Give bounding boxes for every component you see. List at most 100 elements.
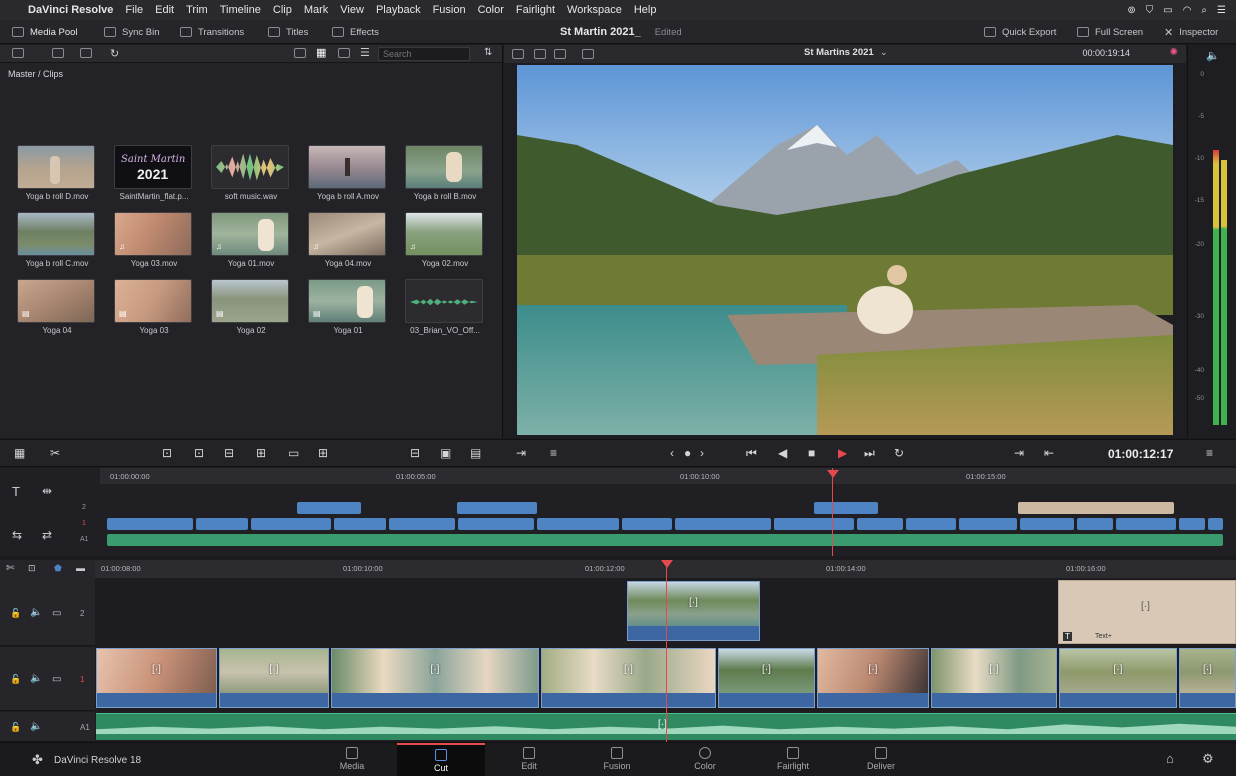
media-clip[interactable]: 03_Brian_VO_Off... <box>405 279 485 335</box>
timeline-clip-v1[interactable]: [·] <box>541 648 716 708</box>
list-view-icon[interactable]: ☰ <box>360 46 370 59</box>
overview-clip[interactable] <box>458 518 534 530</box>
bin-list-icon[interactable] <box>12 48 24 58</box>
title-tool-icon[interactable]: T <box>12 484 20 499</box>
audio-toggle-icon[interactable]: 🔈 <box>30 607 42 618</box>
media-clip[interactable]: soft music.wav <box>211 145 291 201</box>
sync-bin-button[interactable]: Sync Bin <box>104 20 160 44</box>
playhead[interactable] <box>666 560 667 742</box>
timeline-options-icon[interactable]: ⇥ <box>516 446 526 460</box>
timeline-name-dropdown[interactable]: St Martins 2021 <box>804 47 874 58</box>
page-deliver[interactable]: Deliver <box>837 743 925 776</box>
source-overwrite-icon[interactable]: ⊞ <box>318 446 328 460</box>
timeline-clip-v1[interactable]: [·] <box>817 648 929 708</box>
menu-edit[interactable]: Edit <box>155 4 174 16</box>
settings-gear-icon[interactable]: ⚙ <box>1202 751 1214 767</box>
overview-clip[interactable] <box>389 518 455 530</box>
cc-icon[interactable]: ⊚ <box>1127 5 1135 16</box>
menu-trim[interactable]: Trim <box>186 4 208 16</box>
overview-playhead[interactable] <box>832 468 833 556</box>
overview-title-clip[interactable] <box>1018 502 1174 514</box>
overview-clip[interactable] <box>107 518 193 530</box>
menu-workspace[interactable]: Workspace <box>567 4 622 16</box>
overview-clip[interactable] <box>959 518 1017 530</box>
video-toggle-icon[interactable]: ▭ <box>52 608 61 619</box>
overview-clip[interactable] <box>1020 518 1074 530</box>
lock-icon[interactable]: 🔓 <box>10 608 21 619</box>
razor-icon[interactable]: ✂ <box>50 446 60 460</box>
quick-export-button[interactable]: Quick Export <box>984 20 1056 44</box>
media-clip[interactable]: ▤ Yoga 04 <box>17 279 97 335</box>
color-wheel-icon[interactable]: ✺ <box>1170 47 1178 58</box>
menu-file[interactable]: File <box>125 4 143 16</box>
breadcrumb[interactable]: Master / Clips <box>8 69 63 79</box>
overview-clip[interactable] <box>1179 518 1205 530</box>
skip-to-start-icon[interactable]: ⏮ <box>746 446 757 461</box>
smart-insert-icon[interactable]: ⊡ <box>162 446 172 460</box>
lock-icon[interactable]: 🔓 <box>10 674 21 685</box>
reverse-play-icon[interactable]: ◀ <box>778 446 787 460</box>
page-fairlight[interactable]: Fairlight <box>749 743 837 776</box>
effects-button[interactable]: Effects <box>332 20 379 44</box>
overview-clip[interactable] <box>622 518 672 530</box>
page-cut[interactable]: Cut <box>397 743 485 776</box>
stop-icon[interactable]: ■ <box>808 446 815 460</box>
home-icon[interactable]: ⌂ <box>1166 751 1174 766</box>
timeline-clip-v1[interactable]: [·] <box>718 648 815 708</box>
menu-color[interactable]: Color <box>478 4 504 16</box>
media-clip[interactable]: Yoga b roll A.mov <box>308 145 388 201</box>
overview-clip[interactable] <box>457 502 537 514</box>
sort-icon[interactable]: ⇅ <box>484 47 492 58</box>
overview-clip[interactable] <box>1077 518 1113 530</box>
new-bin-icon[interactable] <box>52 48 64 58</box>
sync-icon[interactable]: ↻ <box>110 47 119 60</box>
media-clip[interactable]: Yoga b roll D.mov <box>17 145 97 201</box>
loop-icon[interactable]: ↻ <box>894 446 904 460</box>
speaker-icon[interactable]: 🔈 <box>1206 49 1220 62</box>
titles-button[interactable]: Titles <box>268 20 308 44</box>
menu-mark[interactable]: Mark <box>304 4 328 16</box>
menu-help[interactable]: Help <box>634 4 657 16</box>
timeline-clip-v1[interactable]: [·] <box>1059 648 1177 708</box>
timeline-clip-v1[interactable]: [·] <box>219 648 329 708</box>
media-clip[interactable]: ▤ Yoga 03 <box>114 279 194 335</box>
page-color[interactable]: Color <box>661 743 749 776</box>
inspector-button[interactable]: ✕ Inspector <box>1164 20 1218 44</box>
viewer-mode-icon[interactable] <box>512 49 524 59</box>
settings-sliders-icon[interactable]: ≡ <box>550 446 557 460</box>
audio-toggle-icon[interactable]: 🔈 <box>30 673 42 684</box>
lock-icon[interactable]: 🔓 <box>10 722 21 733</box>
link-icon[interactable]: ⇄ <box>42 528 52 542</box>
marker-icon[interactable]: ⬟ <box>54 563 62 574</box>
upper-ruler[interactable]: 01:00:00:00 01:00:05:00 01:00:10:00 01:0… <box>100 468 1236 484</box>
media-clip[interactable]: ♫ Yoga 01.mov <box>211 212 291 268</box>
grid-view-icon[interactable]: ▦ <box>316 46 326 59</box>
previous-clip-icon[interactable]: ‹ <box>670 446 674 460</box>
page-media[interactable]: Media <box>308 743 396 776</box>
append-icon[interactable]: ⊡ <box>194 446 204 460</box>
thumbnail-view-icon[interactable] <box>294 48 306 58</box>
place-on-top-icon[interactable]: ▭ <box>288 446 299 460</box>
battery-icon[interactable]: ▭ <box>1163 5 1172 16</box>
menu-view[interactable]: View <box>340 4 364 16</box>
overview-clip[interactable] <box>334 518 386 530</box>
filmstrip-view-icon[interactable] <box>338 48 350 58</box>
media-clip[interactable]: Yoga b roll B.mov <box>405 145 485 201</box>
menu-clip[interactable]: Clip <box>273 4 292 16</box>
snap-icon[interactable]: ⇆ <box>12 528 22 542</box>
menu-fairlight[interactable]: Fairlight <box>516 4 555 16</box>
control-center-icon[interactable]: ☰ <box>1217 5 1226 16</box>
safe-area-icon[interactable] <box>534 49 546 59</box>
overview-audio-clip[interactable] <box>107 534 1223 546</box>
play-icon[interactable]: ▶ <box>838 446 847 460</box>
overview-clip[interactable] <box>906 518 956 530</box>
overview-clip[interactable] <box>537 518 619 530</box>
media-clip[interactable]: ♫ Yoga 04.mov <box>308 212 388 268</box>
page-edit[interactable]: Edit <box>485 743 573 776</box>
title-clip[interactable]: [·] T Text+ <box>1058 580 1236 644</box>
search-icon[interactable]: ⌕ <box>1201 5 1207 16</box>
chevron-down-icon[interactable]: ⌄ <box>880 47 888 58</box>
overview-clip[interactable] <box>196 518 248 530</box>
overview-clip[interactable] <box>297 502 361 514</box>
picture-icon[interactable]: ▣ <box>440 446 451 460</box>
